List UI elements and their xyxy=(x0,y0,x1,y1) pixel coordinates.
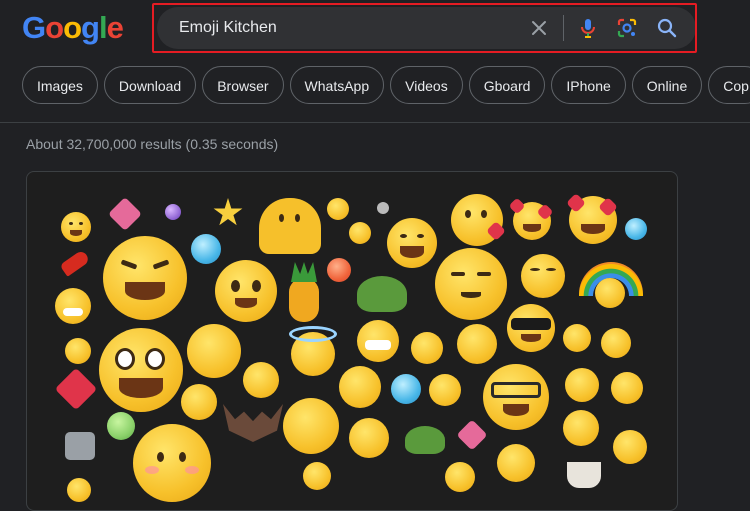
emoji-cold-sweat-face xyxy=(391,374,421,404)
emoji-pineapple-face xyxy=(289,278,319,322)
emoji-smiling-hearts xyxy=(508,197,554,240)
emoji-sweat-face xyxy=(429,374,461,406)
emoji-face xyxy=(327,258,351,282)
emoji-dizzy-face xyxy=(187,324,241,378)
emoji-cold-face xyxy=(191,234,221,264)
emoji-hug-face xyxy=(563,410,599,446)
emoji-smiling-face xyxy=(435,248,507,320)
emoji-face xyxy=(563,324,591,352)
emoji-turtle xyxy=(357,276,407,312)
emoji-heart xyxy=(108,197,142,231)
emoji-halo xyxy=(289,326,337,342)
emoji-pleading-smile xyxy=(215,260,277,322)
emoji-wink-face xyxy=(283,398,339,454)
chip-online[interactable]: Online xyxy=(631,66,703,104)
emoji-robot xyxy=(65,432,95,460)
emoji-star xyxy=(213,198,243,226)
emoji-ghost-face xyxy=(259,198,321,254)
chip-videos[interactable]: Videos xyxy=(390,66,463,104)
logo-letter: G xyxy=(22,10,46,45)
header-divider xyxy=(0,122,750,123)
emoji-face xyxy=(303,462,331,490)
google-logo[interactable]: Google xyxy=(22,10,124,46)
emoji-nerd-face xyxy=(483,364,549,430)
emoji-turtle xyxy=(405,426,445,454)
emoji-grinning-face xyxy=(387,218,437,268)
emoji-face xyxy=(67,478,91,502)
emoji-grimace-face xyxy=(565,368,599,402)
logo-letter: o xyxy=(63,10,82,45)
emoji-zany-face xyxy=(99,328,183,412)
chip-browser[interactable]: Browser xyxy=(202,66,284,104)
emoji-face xyxy=(61,212,91,242)
emoji-smirk-face xyxy=(521,254,565,298)
emoji-cold-face xyxy=(625,218,647,240)
emoji-face xyxy=(349,222,371,244)
emoji-face xyxy=(327,198,349,220)
chip-images[interactable]: Images xyxy=(22,66,98,104)
logo-letter: l xyxy=(98,10,108,45)
emoji-crystal-ball xyxy=(165,204,181,220)
emoji-pineapple-leaves xyxy=(291,262,317,282)
emoji-coffee-cup xyxy=(567,462,601,488)
logo-letter: o xyxy=(45,10,64,45)
emoji-heart xyxy=(456,419,488,451)
emoji-chili-pepper xyxy=(59,249,91,277)
chip-download[interactable]: Download xyxy=(103,66,197,104)
emoji-sunglasses-face xyxy=(507,304,555,352)
emoji-smiling-hearts xyxy=(566,193,618,244)
logo-letter: g xyxy=(81,10,100,45)
emoji-heart xyxy=(54,367,98,411)
filter-chips: Images Download Browser WhatsApp Videos Gboar… xyxy=(22,66,750,106)
results-stats: About 32,700,000 results (0.35 seconds) xyxy=(26,136,279,152)
emoji-bat xyxy=(223,404,283,442)
emoji-blushing-face xyxy=(133,424,211,502)
emoji-spider xyxy=(377,202,389,214)
emoji-face xyxy=(445,462,475,492)
emoji-nauseated-face xyxy=(107,412,135,440)
emoji-face xyxy=(497,444,535,482)
emoji-grimace-face xyxy=(357,320,399,362)
chip-whatsapp[interactable]: WhatsApp xyxy=(289,66,385,104)
emoji-crying-face xyxy=(411,332,443,364)
emoji-grimace-face xyxy=(55,288,91,324)
emoji-wink-laugh xyxy=(339,366,381,408)
emoji-kissing-face xyxy=(243,362,279,398)
emoji-crying-face xyxy=(457,324,497,364)
emoji-pleading-face xyxy=(595,278,625,308)
emoji-face xyxy=(349,418,389,458)
chip-iphone[interactable]: IPhone xyxy=(551,66,626,104)
emoji-face xyxy=(181,384,217,420)
logo-letter: e xyxy=(106,10,124,45)
emoji-squinting-laugh xyxy=(103,236,187,320)
emoji-kissing-face xyxy=(451,194,506,246)
search-highlight-box xyxy=(152,3,697,53)
emoji-face xyxy=(613,430,647,464)
emoji-face xyxy=(601,328,631,358)
image-result-emoji-collage[interactable] xyxy=(26,171,678,511)
emoji-face xyxy=(65,338,91,364)
emoji-sleeping-face xyxy=(611,372,643,404)
chip-gboard[interactable]: Gboard xyxy=(468,66,546,104)
chip-cop[interactable]: Cop xyxy=(708,66,750,104)
